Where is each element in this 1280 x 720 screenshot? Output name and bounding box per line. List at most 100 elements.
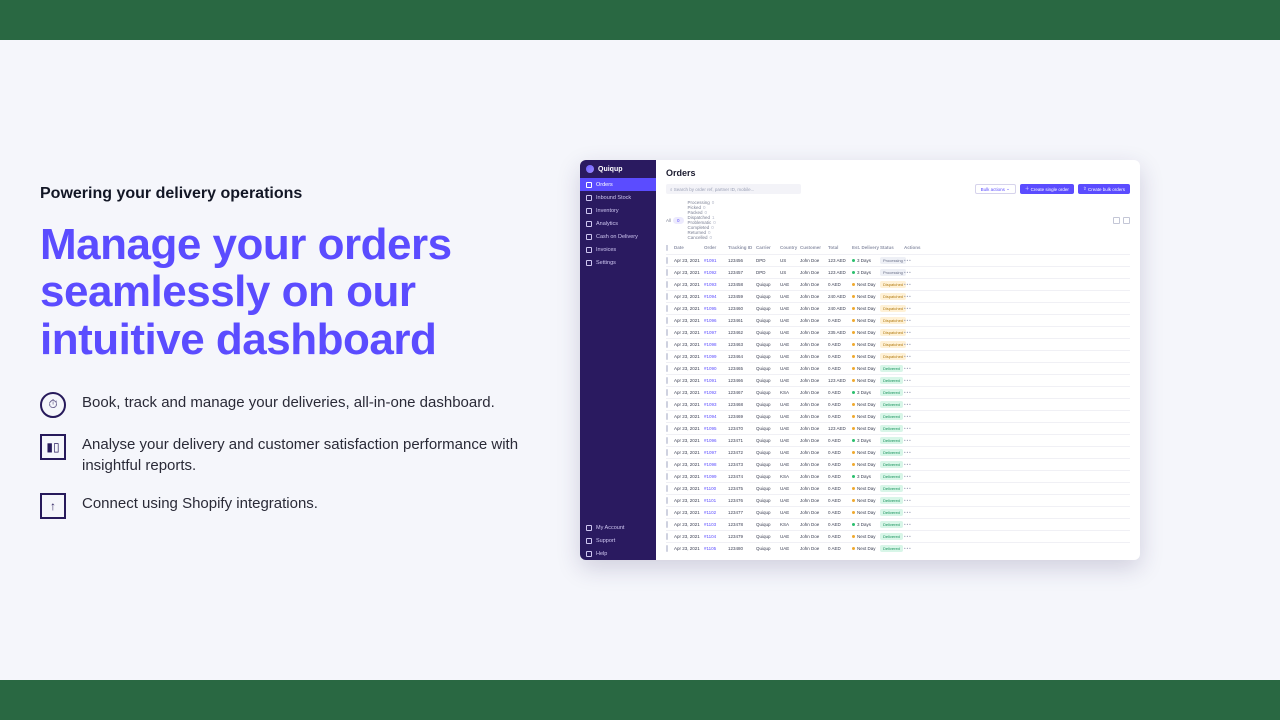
sidebar-item-cash-on-delivery[interactable]: Cash on Delivery (580, 230, 656, 243)
col-Tracking ID[interactable]: Tracking ID (728, 245, 756, 250)
table-row[interactable]: Apr 23, 2021#1102123477QuiqupUAEJohn Doe… (666, 506, 1130, 518)
row-checkbox[interactable] (666, 425, 668, 432)
sidebar-item-orders[interactable]: Orders (580, 178, 656, 191)
table-row[interactable]: Apr 23, 2021#1101123476QuiqupUAEJohn Doe… (666, 494, 1130, 506)
col-Actions[interactable]: Actions (904, 245, 918, 250)
row-actions-button[interactable]: ••• (904, 378, 918, 383)
row-actions-button[interactable]: ••• (904, 318, 918, 323)
row-actions-button[interactable]: ••• (904, 342, 918, 347)
cell-order-link[interactable]: #1098 (704, 462, 728, 467)
row-checkbox[interactable] (666, 317, 668, 324)
row-checkbox[interactable] (666, 461, 668, 468)
row-actions-button[interactable]: ••• (904, 294, 918, 299)
cell-order-link[interactable]: #1090 (704, 366, 728, 371)
sidebar-item-help[interactable]: Help (580, 547, 656, 560)
cell-order-link[interactable]: #1093 (704, 282, 728, 287)
sidebar-item-support[interactable]: Support (580, 534, 656, 547)
row-actions-button[interactable]: ••• (904, 390, 918, 395)
row-checkbox[interactable] (666, 281, 668, 288)
create-bulk-orders-button[interactable]: ⇧ Create bulk orders (1078, 184, 1130, 194)
row-actions-button[interactable]: ••• (904, 510, 918, 515)
table-row[interactable]: Apr 23, 2021#1096123471QuiqupUAEJohn Doe… (666, 434, 1130, 446)
row-actions-button[interactable]: ••• (904, 546, 918, 551)
row-actions-button[interactable]: ••• (904, 522, 918, 527)
table-row[interactable]: Apr 23, 2021#1094123469QuiqupUAEJohn Doe… (666, 410, 1130, 422)
row-actions-button[interactable]: ••• (904, 366, 918, 371)
row-actions-button[interactable]: ••• (904, 270, 918, 275)
search-input[interactable]: ⌕ Search by order ref, partner ID, mobil… (666, 184, 801, 194)
row-checkbox[interactable] (666, 473, 668, 480)
row-checkbox[interactable] (666, 437, 668, 444)
cell-order-link[interactable]: #1099 (704, 474, 728, 479)
row-checkbox[interactable] (666, 401, 668, 408)
cell-order-link[interactable]: #1094 (704, 414, 728, 419)
col-Carrier[interactable]: Carrier (756, 245, 780, 250)
row-checkbox[interactable] (666, 269, 668, 276)
row-actions-button[interactable]: ••• (904, 414, 918, 419)
row-checkbox[interactable] (666, 329, 668, 336)
create-single-order-button[interactable]: ＋ Create single order (1020, 184, 1074, 194)
row-checkbox[interactable] (666, 497, 668, 504)
columns-icon[interactable] (1113, 217, 1120, 224)
cell-order-link[interactable]: #1096 (704, 318, 728, 323)
row-actions-button[interactable]: ••• (904, 354, 918, 359)
cell-order-link[interactable]: #1099 (704, 354, 728, 359)
sidebar-item-my-account[interactable]: My Account (580, 521, 656, 534)
table-row[interactable]: Apr 23, 2021#1093123458QuiqupUAEJohn Doe… (666, 278, 1130, 290)
col-Order[interactable]: Order (704, 245, 728, 250)
sidebar-item-invoices[interactable]: Invoices (580, 243, 656, 256)
table-row[interactable]: Apr 23, 2021#1096123461QuiqupUAEJohn Doe… (666, 314, 1130, 326)
cell-order-link[interactable]: #1094 (704, 294, 728, 299)
table-row[interactable]: Apr 23, 2021#1099123474QuiqupKSAJohn Doe… (666, 470, 1130, 482)
row-actions-button[interactable]: ••• (904, 306, 918, 311)
table-row[interactable]: Apr 23, 2021#1090123465QuiqupUAEJohn Doe… (666, 362, 1130, 374)
col-Country[interactable]: Country (780, 245, 800, 250)
col-Total[interactable]: Total (828, 245, 852, 250)
cell-order-link[interactable]: #1092 (704, 390, 728, 395)
row-actions-button[interactable]: ••• (904, 258, 918, 263)
row-actions-button[interactable]: ••• (904, 462, 918, 467)
table-row[interactable]: Apr 23, 2021#1095123470QuiqupUAEJohn Doe… (666, 422, 1130, 434)
cell-order-link[interactable]: #1092 (704, 270, 728, 275)
table-row[interactable]: Apr 23, 2021#1104123479QuiqupUAEJohn Doe… (666, 530, 1130, 542)
cell-order-link[interactable]: #1103 (704, 522, 728, 527)
col-Est. Delivery[interactable]: Est. Delivery (852, 245, 880, 250)
row-actions-button[interactable]: ••• (904, 402, 918, 407)
table-row[interactable]: Apr 23, 2021#1095123460QuiqupUAEJohn Doe… (666, 302, 1130, 314)
cell-order-link[interactable]: #1093 (704, 402, 728, 407)
row-checkbox[interactable] (666, 533, 668, 540)
row-checkbox[interactable] (666, 293, 668, 300)
row-actions-button[interactable]: ••• (904, 282, 918, 287)
table-row[interactable]: Apr 23, 2021#1097123472QuiqupUAEJohn Doe… (666, 446, 1130, 458)
sidebar-item-settings[interactable]: Settings (580, 256, 656, 269)
row-checkbox[interactable] (666, 485, 668, 492)
checkbox-all[interactable] (666, 245, 668, 251)
cell-order-link[interactable]: #1097 (704, 450, 728, 455)
cell-order-link[interactable]: #1098 (704, 342, 728, 347)
brand[interactable]: Quiqup (580, 160, 656, 178)
bulk-actions-select[interactable]: Bulk actions ⌄ (975, 184, 1016, 194)
row-actions-button[interactable]: ••• (904, 330, 918, 335)
row-checkbox[interactable] (666, 413, 668, 420)
cell-order-link[interactable]: #1091 (704, 378, 728, 383)
filter-all[interactable]: All 0 (666, 217, 684, 224)
row-actions-button[interactable]: ••• (904, 534, 918, 539)
row-checkbox[interactable] (666, 509, 668, 516)
cell-order-link[interactable]: #1105 (704, 546, 728, 551)
row-actions-button[interactable]: ••• (904, 474, 918, 479)
table-row[interactable]: Apr 23, 2021#1094123459QuiqupUAEJohn Doe… (666, 290, 1130, 302)
filter-icon[interactable] (1123, 217, 1130, 224)
row-actions-button[interactable]: ••• (904, 498, 918, 503)
col-checkbox[interactable] (666, 245, 674, 250)
col-Date[interactable]: Date (674, 245, 704, 250)
cell-order-link[interactable]: #1096 (704, 438, 728, 443)
cell-order-link[interactable]: #1091 (704, 258, 728, 263)
row-checkbox[interactable] (666, 341, 668, 348)
table-row[interactable]: Apr 23, 2021#1098123473QuiqupUAEJohn Doe… (666, 458, 1130, 470)
cell-order-link[interactable]: #1104 (704, 534, 728, 539)
table-row[interactable]: Apr 23, 2021#1103123478QuiqupKSAJohn Doe… (666, 518, 1130, 530)
table-row[interactable]: Apr 23, 2021#1092123457DPDUSJohn Doe123 … (666, 266, 1130, 278)
cell-order-link[interactable]: #1101 (704, 498, 728, 503)
row-checkbox[interactable] (666, 305, 668, 312)
row-checkbox[interactable] (666, 257, 668, 264)
